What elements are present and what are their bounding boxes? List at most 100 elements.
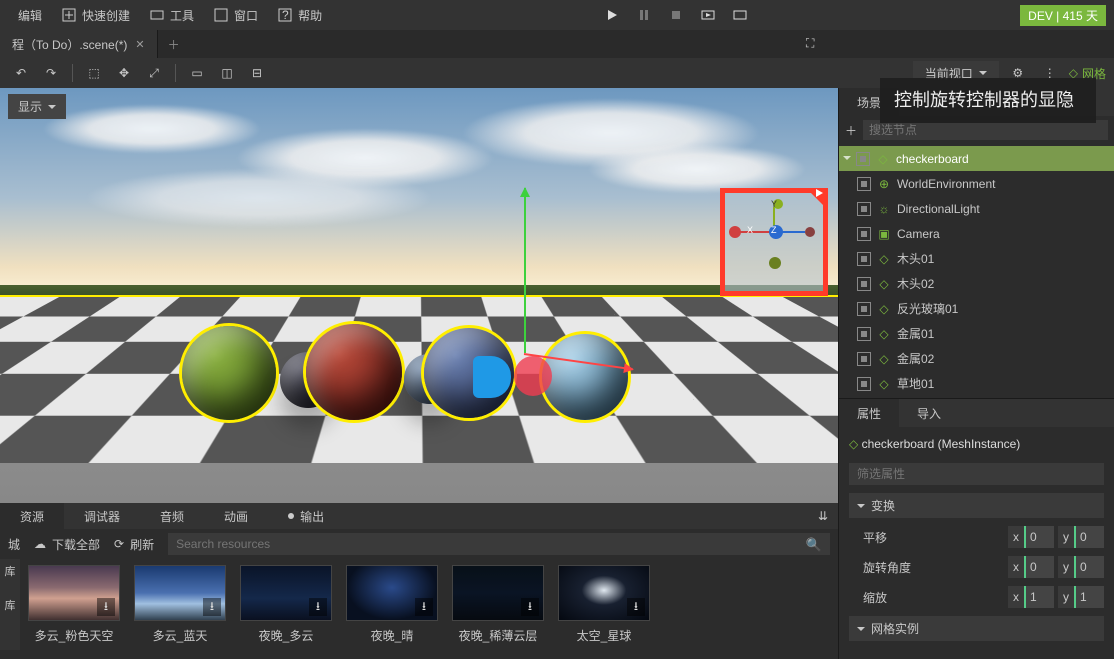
visibility-toggle[interactable] bbox=[857, 227, 871, 241]
tab-anim[interactable]: 动画 bbox=[204, 503, 268, 529]
section-mesh[interactable]: 网格实例 bbox=[849, 616, 1104, 641]
download-icon[interactable]: ⭳ bbox=[309, 598, 327, 616]
tab-debugger[interactable]: 调试器 bbox=[64, 503, 140, 529]
tree-row-2[interactable]: ☼DirectionalLight bbox=[839, 196, 1114, 221]
node-type-icon: ◇ bbox=[876, 252, 892, 266]
rotate-y[interactable]: y0 bbox=[1058, 556, 1104, 578]
res-side-label-1[interactable]: 城 bbox=[8, 536, 20, 553]
redo-icon[interactable]: ↷ bbox=[38, 62, 64, 84]
layout-2-icon[interactable]: ◫ bbox=[214, 62, 240, 84]
resource-item[interactable]: ⭳ 夜晚_稀薄云层 bbox=[452, 565, 544, 644]
node-type-icon: ☼ bbox=[876, 202, 892, 216]
layout-3-icon[interactable]: ⊟ bbox=[244, 62, 270, 84]
tree-row-0[interactable]: ◇checkerboard bbox=[839, 146, 1114, 171]
cloud-icon: ☁ bbox=[34, 537, 46, 551]
resource-search-input[interactable] bbox=[168, 533, 830, 555]
tree-row-7[interactable]: ◇金属01 bbox=[839, 321, 1114, 346]
select-tool-icon[interactable]: ⬚ bbox=[81, 62, 107, 84]
visibility-toggle[interactable] bbox=[857, 252, 871, 266]
visibility-toggle[interactable] bbox=[857, 202, 871, 216]
node-label: 反光玻璃01 bbox=[897, 300, 958, 317]
download-icon[interactable]: ⭳ bbox=[97, 598, 115, 616]
tree-row-8[interactable]: ◇金属02 bbox=[839, 346, 1114, 371]
tree-row-9[interactable]: ◇草地01 bbox=[839, 371, 1114, 396]
row-scale: 缩放 x1 y1 bbox=[849, 586, 1104, 608]
side-tab-2[interactable]: 库 bbox=[5, 597, 16, 613]
translate-x[interactable]: x0 bbox=[1008, 526, 1054, 548]
resource-item[interactable]: ⭳ 夜晚_多云 bbox=[240, 565, 332, 644]
add-node-icon[interactable]: ＋ bbox=[845, 122, 857, 139]
visibility-toggle[interactable] bbox=[857, 302, 871, 316]
menu-quick-create[interactable]: 快速创建 bbox=[52, 0, 140, 30]
rotate-x[interactable]: x0 bbox=[1008, 556, 1054, 578]
menu-help[interactable]: ?帮助 bbox=[268, 0, 332, 30]
side-tab-1[interactable]: 库 bbox=[5, 563, 16, 579]
close-icon[interactable]: ✕ bbox=[135, 38, 144, 51]
property-filter-input[interactable] bbox=[849, 463, 1104, 485]
tab-import[interactable]: 导入 bbox=[899, 399, 959, 427]
section-transform[interactable]: 变换 bbox=[849, 493, 1104, 518]
visibility-toggle[interactable] bbox=[857, 352, 871, 366]
download-all-button[interactable]: ☁下载全部 bbox=[34, 536, 100, 553]
resource-item[interactable]: ⭳多云_蓝天 bbox=[134, 565, 226, 644]
playhead-icon bbox=[473, 356, 511, 398]
selection-horizon bbox=[0, 295, 838, 297]
resource-toolbar: 城 ☁下载全部 ⟳刷新 🔍 bbox=[0, 529, 838, 559]
translate-y[interactable]: y0 bbox=[1058, 526, 1104, 548]
view-cube[interactable]: Y X Z bbox=[720, 188, 828, 296]
tree-row-3[interactable]: ▣Camera bbox=[839, 221, 1114, 246]
tab-resources[interactable]: 资源 bbox=[0, 503, 64, 529]
viewport-3d[interactable]: 显示 Y X Z bbox=[0, 88, 838, 503]
menu-window[interactable]: 窗口 bbox=[204, 0, 268, 30]
menu-edit[interactable]: 编辑 bbox=[8, 0, 52, 30]
visibility-toggle[interactable] bbox=[857, 377, 871, 391]
node-type-icon: ⊕ bbox=[876, 177, 892, 191]
tree-row-5[interactable]: ◇木头02 bbox=[839, 271, 1114, 296]
resource-item[interactable]: ⭳夜晚_晴 bbox=[346, 565, 438, 644]
pause-button[interactable] bbox=[631, 2, 657, 28]
play-custom-button[interactable] bbox=[727, 2, 753, 28]
download-icon[interactable]: ⭳ bbox=[627, 598, 645, 616]
tab-title: 程（To Do）.scene(*) bbox=[12, 36, 127, 53]
refresh-button[interactable]: ⟳刷新 bbox=[114, 536, 154, 553]
tree-row-4[interactable]: ◇木头01 bbox=[839, 246, 1114, 271]
undo-icon[interactable]: ↶ bbox=[8, 62, 34, 84]
tab-properties[interactable]: 属性 bbox=[839, 399, 899, 427]
download-icon[interactable]: ⭳ bbox=[203, 598, 221, 616]
collapse-icon[interactable]: ⇊ bbox=[808, 509, 838, 523]
visibility-toggle[interactable] bbox=[856, 152, 870, 166]
resource-item[interactable]: ⭳ 太空_星球 bbox=[558, 565, 650, 644]
menu-tools[interactable]: 工具 bbox=[140, 0, 204, 30]
resource-label: 夜晚_稀薄云层 bbox=[459, 627, 538, 644]
add-tab-button[interactable]: ＋ bbox=[158, 36, 190, 53]
axis-x-handle[interactable] bbox=[729, 226, 741, 238]
play-button[interactable] bbox=[599, 2, 625, 28]
scale-tool-icon[interactable]: ⤢ bbox=[141, 62, 167, 84]
scale-x[interactable]: x1 bbox=[1008, 586, 1054, 608]
tab-audio[interactable]: 音频 bbox=[140, 503, 204, 529]
scale-y[interactable]: y1 bbox=[1058, 586, 1104, 608]
resource-label: 夜晚_多云 bbox=[259, 627, 314, 644]
tab-output[interactable]: 输出 bbox=[268, 503, 344, 529]
move-tool-icon[interactable]: ✥ bbox=[111, 62, 137, 84]
scene-tab[interactable]: 程（To Do）.scene(*) ✕ bbox=[0, 30, 158, 58]
play-scene-button[interactable] bbox=[695, 2, 721, 28]
visibility-toggle[interactable] bbox=[857, 327, 871, 341]
display-toggle[interactable]: 显示 bbox=[8, 94, 66, 119]
layout-1-icon[interactable]: ▭ bbox=[184, 62, 210, 84]
download-icon[interactable]: ⭳ bbox=[521, 598, 539, 616]
resource-item[interactable]: ⭳多云_粉色天空 bbox=[28, 565, 120, 644]
search-icon: 🔍 bbox=[806, 537, 822, 553]
svg-text:?: ? bbox=[282, 8, 289, 22]
stop-button[interactable] bbox=[663, 2, 689, 28]
tree-row-1[interactable]: ⊕WorldEnvironment bbox=[839, 171, 1114, 196]
row-rotate: 旋转角度 x0 y0 bbox=[849, 556, 1104, 578]
tree-row-6[interactable]: ◇ 反光玻璃01 bbox=[839, 296, 1114, 321]
node-type-icon: ◇ bbox=[876, 377, 892, 391]
download-icon[interactable]: ⭳ bbox=[415, 598, 433, 616]
node-type-icon: ◇ bbox=[876, 302, 892, 316]
visibility-toggle[interactable] bbox=[857, 277, 871, 291]
fullscreen-icon[interactable]: ⛶ bbox=[806, 36, 828, 58]
visibility-toggle[interactable] bbox=[857, 177, 871, 191]
resource-label: 太空_星球 bbox=[577, 627, 632, 644]
